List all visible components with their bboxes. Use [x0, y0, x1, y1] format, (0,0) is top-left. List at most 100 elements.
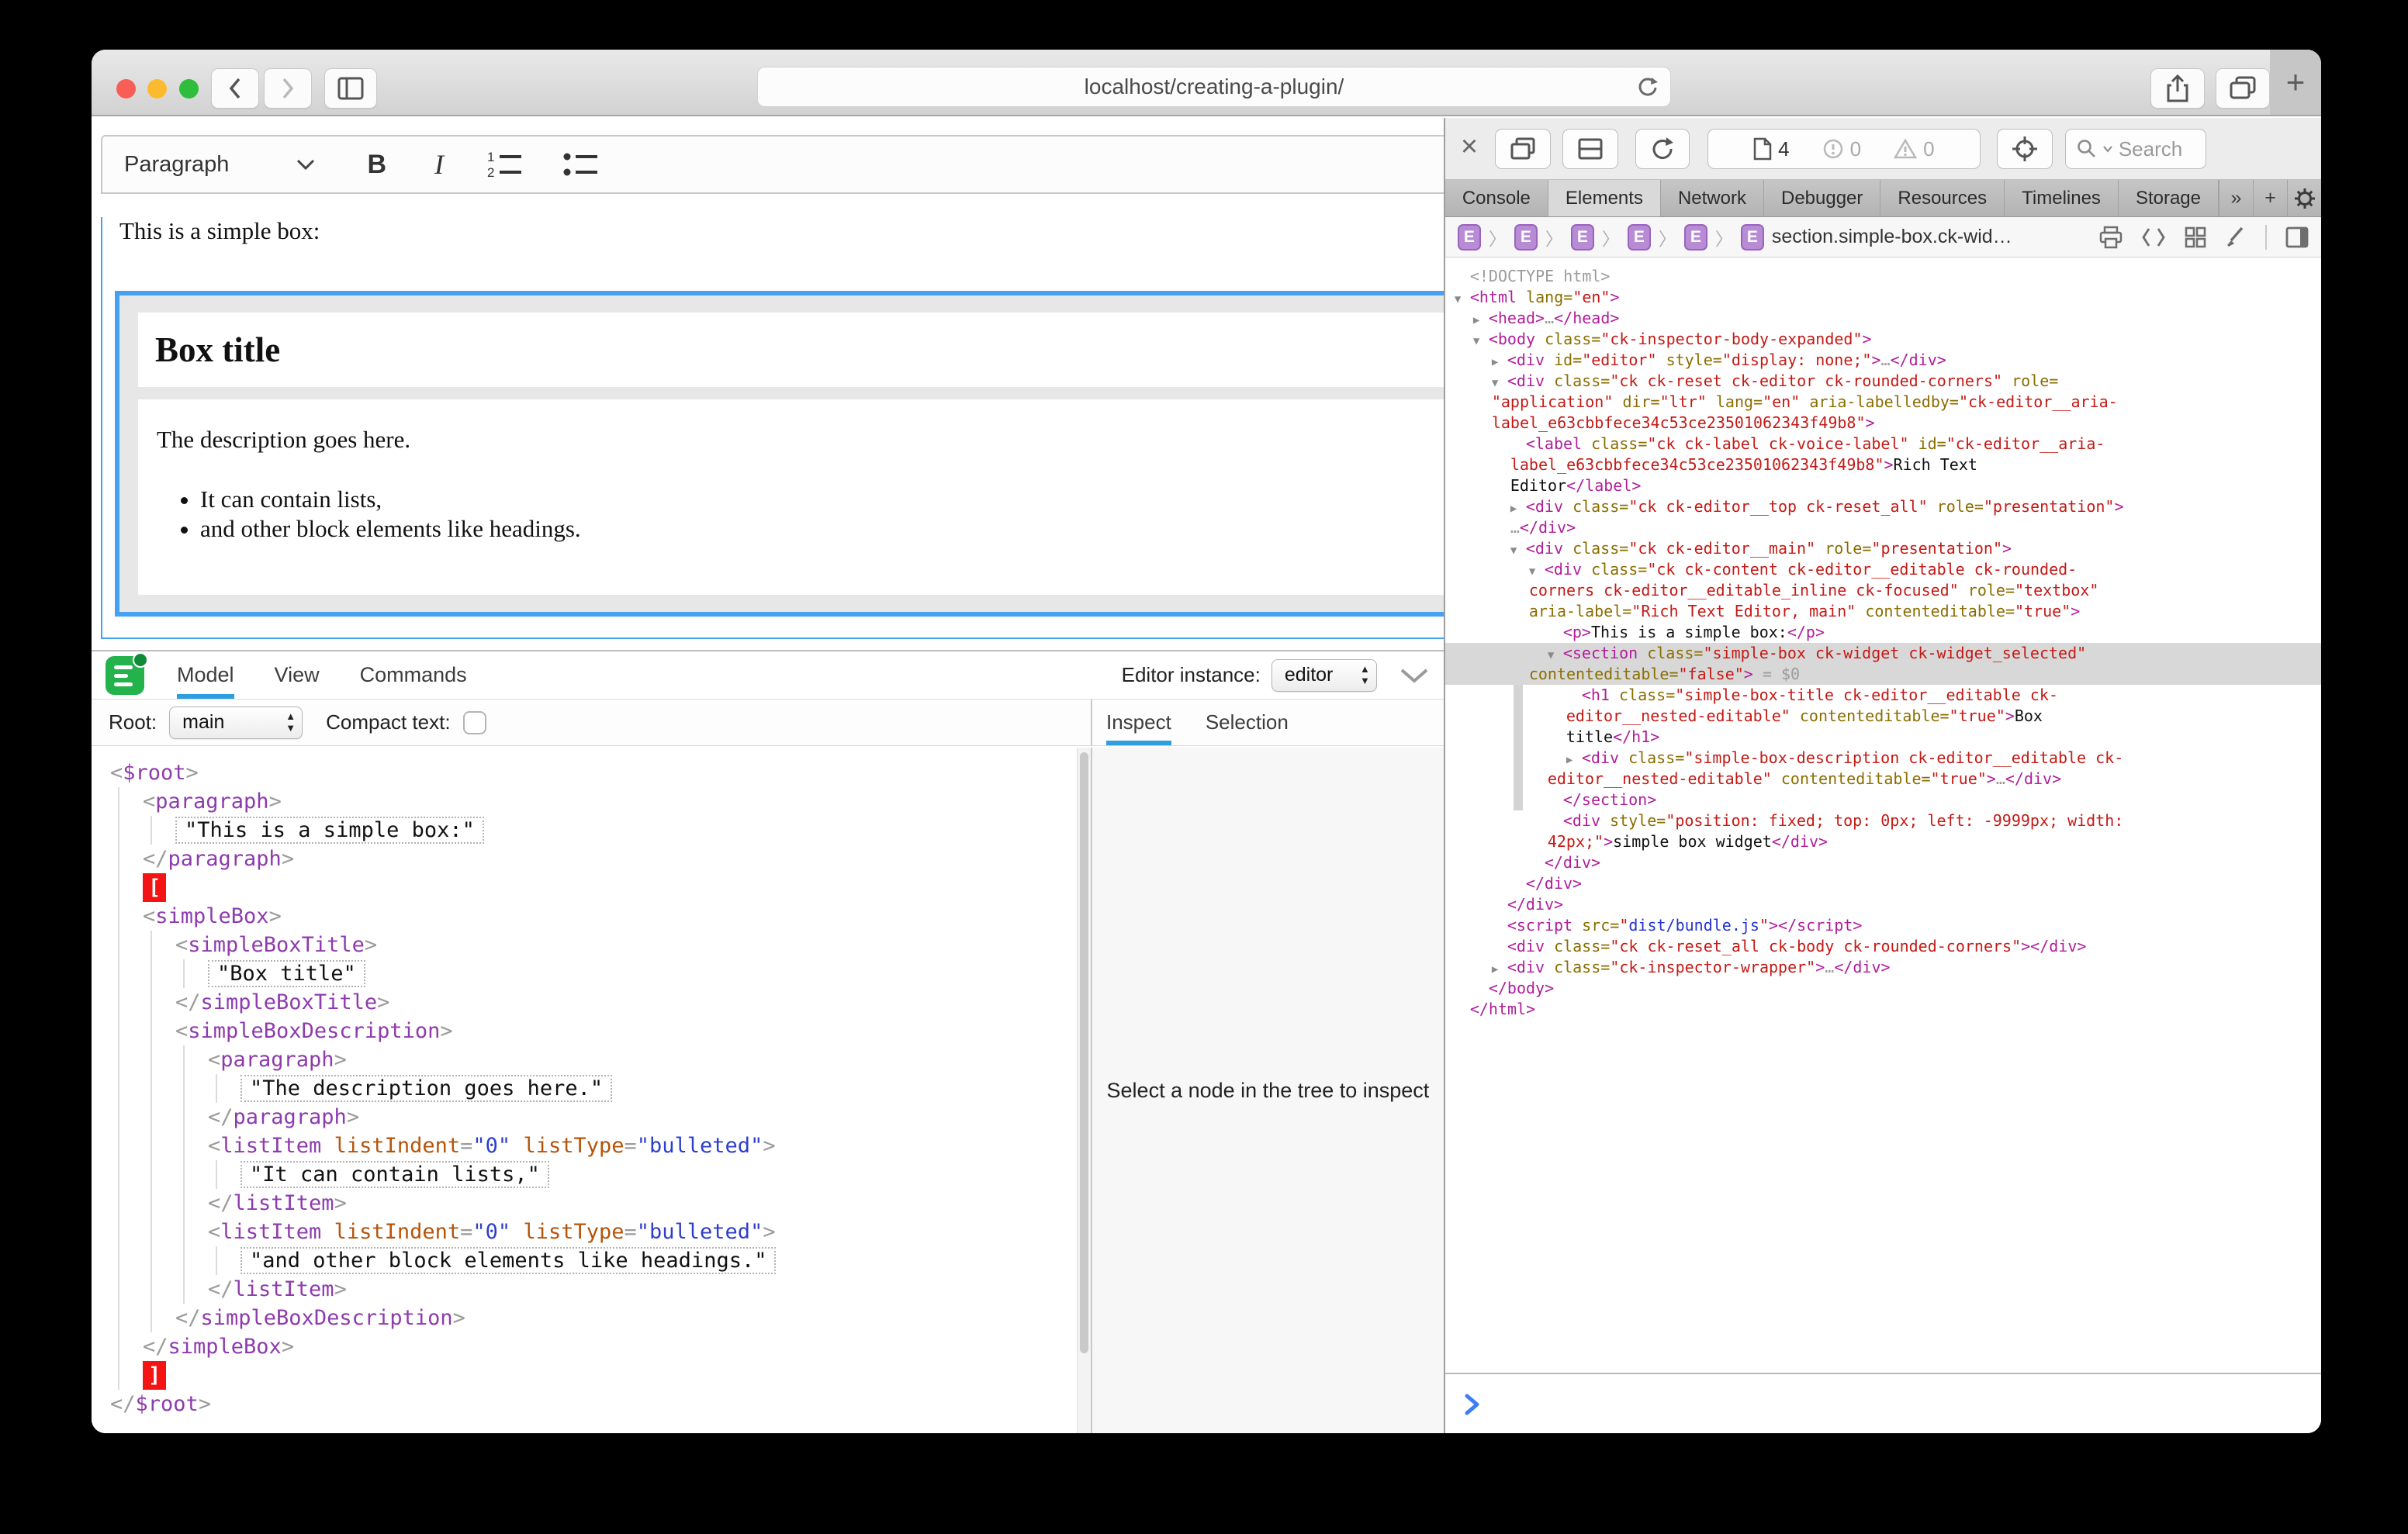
compact-text-checkbox[interactable]: [463, 711, 486, 734]
tree-line[interactable]: <paragraph>: [92, 787, 1077, 816]
code-line[interactable]: <div style="position: fixed; top: 0px; l…: [1445, 810, 2321, 831]
expand-arrow-icon[interactable]: ▶: [1510, 499, 1526, 520]
forward-button[interactable]: [264, 68, 312, 109]
list-item[interactable]: It can contain lists,: [200, 485, 1493, 513]
code-line[interactable]: </div>: [1445, 873, 2321, 894]
tab-overview-button[interactable]: [2216, 68, 2270, 109]
code-line[interactable]: ▼<div class="ck ck-reset ck-editor ck-ro…: [1445, 371, 2321, 392]
code-line[interactable]: ▶<div id="editor" style="display: none;"…: [1445, 350, 2321, 371]
tree-line[interactable]: "This is a simple box:": [92, 816, 1077, 845]
tree-line[interactable]: ]: [92, 1361, 1077, 1390]
tree-line[interactable]: </$root>: [92, 1390, 1077, 1418]
tree-line[interactable]: "Box title": [92, 959, 1077, 988]
collapse-arrow-icon[interactable]: ▼: [1492, 373, 1507, 394]
code-line[interactable]: label_e63cbbfece34c53ce23501062343f49b8"…: [1445, 413, 2321, 434]
code-line[interactable]: editor__nested-editable" contenteditable…: [1445, 769, 2321, 789]
code-line[interactable]: </div>: [1445, 894, 2321, 915]
tree-line[interactable]: <listItem listIndent="0" listType="bulle…: [92, 1131, 1077, 1160]
devtools-tab-timelines[interactable]: Timelines: [2005, 180, 2119, 216]
tree-line[interactable]: <simpleBoxTitle>: [92, 931, 1077, 959]
text-node[interactable]: "This is a simple box:": [175, 817, 484, 844]
simple-box-widget[interactable]: Box title The description goes here. It …: [115, 291, 1516, 617]
tree-line[interactable]: </simpleBoxDescription>: [92, 1304, 1077, 1332]
print-button[interactable]: [2099, 226, 2123, 249]
code-line[interactable]: ▶<div class="simple-box-description ck-e…: [1445, 748, 2321, 769]
element-picker-button[interactable]: [1997, 129, 2053, 169]
text-node[interactable]: "The description goes here.": [240, 1075, 612, 1102]
element-badge[interactable]: E: [1514, 224, 1538, 250]
tree-line[interactable]: <simpleBox>: [92, 902, 1077, 931]
tab-selection[interactable]: Selection: [1206, 700, 1289, 745]
url-field[interactable]: localhost/creating-a-plugin/: [757, 67, 1671, 107]
text-node[interactable]: "and other block elements like headings.…: [240, 1247, 776, 1274]
tree-scrollbar[interactable]: [1077, 748, 1091, 1433]
grid-overlay-button[interactable]: [2185, 226, 2206, 248]
tab-inspect[interactable]: Inspect: [1106, 700, 1171, 745]
tree-line[interactable]: <listItem listIndent="0" listType="bulle…: [92, 1218, 1077, 1246]
box-description[interactable]: The description goes here. It can contai…: [138, 399, 1493, 595]
tree-line[interactable]: </simpleBox>: [92, 1332, 1077, 1361]
bulleted-list-button[interactable]: [563, 150, 599, 179]
code-line[interactable]: <label class="ck ck-label ck-voice-label…: [1445, 434, 2321, 454]
code-line[interactable]: </body>: [1445, 978, 2321, 999]
tree-line[interactable]: <simpleBoxDescription>: [92, 1017, 1077, 1045]
tree-line[interactable]: </simpleBoxTitle>: [92, 988, 1077, 1017]
details-sidebar-button[interactable]: [2285, 226, 2309, 248]
tab-model[interactable]: Model: [177, 651, 234, 699]
code-line[interactable]: <!DOCTYPE html>: [1445, 266, 2321, 287]
editor-instance-select[interactable]: editor ▲▼: [1271, 659, 1377, 692]
tree-line[interactable]: </paragraph>: [92, 845, 1077, 873]
numbered-list-button[interactable]: 12: [487, 150, 523, 179]
collapse-arrow-icon[interactable]: ▼: [1455, 289, 1470, 310]
show-source-button[interactable]: [2141, 227, 2166, 247]
tree-line[interactable]: [: [92, 873, 1077, 902]
breadcrumb-tail[interactable]: section.simple-box.ck-wid…: [1772, 226, 2012, 248]
editor-editable-area[interactable]: This is a simple box: Box title The desc…: [101, 217, 1534, 639]
root-select[interactable]: main ▲▼: [169, 707, 303, 739]
paragraph-dropdown[interactable]: Paragraph: [124, 152, 316, 178]
description-paragraph[interactable]: The description goes here.: [157, 426, 1493, 454]
expand-arrow-icon[interactable]: ▶: [1473, 310, 1489, 331]
tab-view[interactable]: View: [275, 651, 320, 699]
code-line[interactable]: Editor</label>: [1445, 475, 2321, 496]
code-line[interactable]: </section>: [1445, 789, 2321, 810]
element-badge[interactable]: E: [1571, 224, 1594, 250]
element-badge[interactable]: E: [1741, 224, 1764, 250]
code-line[interactable]: ▼<body class="ck-inspector-body-expanded…: [1445, 329, 2321, 350]
code-line[interactable]: aria-label="Rich Text Editor, main" cont…: [1445, 601, 2321, 622]
collapse-inspector-button[interactable]: [1399, 667, 1430, 684]
code-line[interactable]: <script src="dist/bundle.js"></script>: [1445, 915, 2321, 936]
detach-devtools-button[interactable]: [1495, 129, 1551, 169]
code-line[interactable]: …</div>: [1445, 517, 2321, 538]
code-line[interactable]: </html>: [1445, 999, 2321, 1020]
list-item[interactable]: and other block elements like headings.: [200, 514, 1493, 543]
tree-line[interactable]: "It can contain lists,": [92, 1160, 1077, 1189]
close-devtools-button[interactable]: ×: [1461, 130, 1478, 164]
box-title[interactable]: Box title: [138, 313, 1493, 387]
italic-button[interactable]: I: [434, 148, 444, 181]
dock-side-button[interactable]: [1562, 129, 1618, 169]
devtools-tab-elements[interactable]: Elements: [1548, 180, 1661, 216]
reload-page-button[interactable]: [1635, 129, 1690, 169]
element-badge[interactable]: E: [1458, 224, 1481, 250]
share-button[interactable]: [2150, 68, 2205, 109]
code-line[interactable]: "application" dir="ltr" lang="en" aria-l…: [1445, 392, 2321, 413]
devtools-tab-resources[interactable]: Resources: [1880, 180, 2005, 216]
code-line[interactable]: title</h1>: [1445, 727, 2321, 748]
element-badge[interactable]: E: [1628, 224, 1651, 250]
scrollbar-thumb[interactable]: [1080, 752, 1088, 1353]
tree-line[interactable]: <$root>: [92, 758, 1077, 787]
collapse-arrow-icon[interactable]: ▼: [1510, 541, 1526, 561]
code-line[interactable]: corners ck-editor__editable_inline ck-fo…: [1445, 580, 2321, 601]
settings-button[interactable]: [2287, 180, 2321, 216]
code-line[interactable]: <div class="ck ck-reset_all ck-body ck-r…: [1445, 936, 2321, 957]
expand-arrow-icon[interactable]: ▶: [1492, 959, 1507, 980]
devtools-tab-network[interactable]: Network: [1661, 180, 1764, 216]
code-line[interactable]: ▶<head>…</head>: [1445, 308, 2321, 329]
text-node[interactable]: "It can contain lists,": [240, 1161, 549, 1188]
bold-button[interactable]: B: [367, 150, 386, 180]
code-line[interactable]: </div>: [1445, 852, 2321, 873]
add-tab-button[interactable]: +: [2253, 180, 2287, 216]
back-button[interactable]: [211, 68, 259, 109]
collapse-arrow-icon[interactable]: ▼: [1473, 331, 1489, 352]
